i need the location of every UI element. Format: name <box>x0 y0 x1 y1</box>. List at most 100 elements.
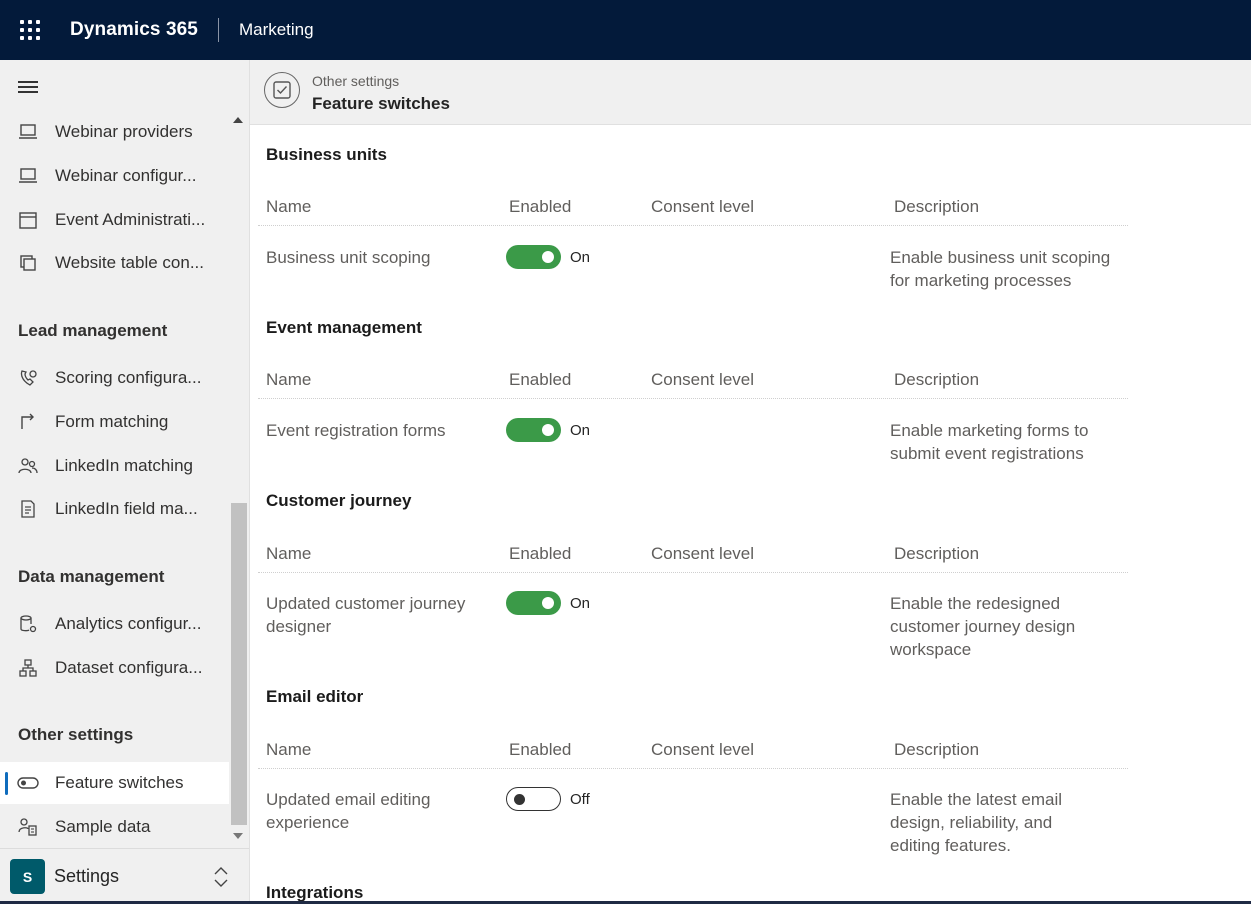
group-title-event-management: Event management <box>266 318 422 337</box>
column-header-name: Name <box>266 197 312 216</box>
header-divider <box>258 768 1128 769</box>
calendar-icon <box>17 209 39 231</box>
column-header-enabled: Enabled <box>509 544 572 563</box>
laptop-icon <box>17 165 39 187</box>
sidebar-item-linkedin-matching[interactable]: LinkedIn matching <box>0 445 229 487</box>
feature-description: Enable the redesigned customer journey de… <box>890 594 1076 659</box>
column-header-enabled: Enabled <box>509 197 572 216</box>
toggle-state-label: On <box>570 422 591 439</box>
toggle-state-label: On <box>570 249 591 266</box>
toggle-state-label: On <box>570 595 591 612</box>
sidebar-item-label: Scoring configura... <box>55 368 202 387</box>
sidebar-item-label: LinkedIn field ma... <box>55 499 198 518</box>
sidebar-item-dataset-configuration[interactable]: Dataset configura... <box>0 647 229 689</box>
header-divider <box>258 398 1128 399</box>
feature-name: Business unit scoping <box>266 248 431 267</box>
column-header-name: Name <box>266 544 312 563</box>
feature-toggle-event-registration-forms[interactable] <box>506 418 561 442</box>
scroll-up-arrow-icon[interactable] <box>233 117 243 123</box>
sidebar-item-label: Dataset configura... <box>55 658 203 677</box>
window-stack-icon <box>17 252 39 274</box>
people-icon <box>17 455 39 477</box>
feature-switches-content: Business units Name Enabled Consent leve… <box>250 125 1251 904</box>
header-divider <box>258 225 1128 226</box>
topbar-divider <box>217 18 219 42</box>
section-title-data-management: Data management <box>18 567 165 586</box>
sidebar-item-feature-switches[interactable]: Feature switches <box>0 762 229 804</box>
scroll-down-arrow-icon[interactable] <box>233 833 243 839</box>
column-header-consent: Consent level <box>651 370 755 389</box>
sidebar-item-label: Website table con... <box>55 253 204 272</box>
app-name[interactable]: Marketing <box>239 20 314 40</box>
area-label: Settings <box>54 866 120 886</box>
page-header: Other settings Feature switches <box>250 60 1251 125</box>
feature-name: Updated customer journey designer <box>266 594 466 636</box>
group-title-business-units: Business units <box>266 145 387 164</box>
sidebar-item-webinar-providers[interactable]: Webinar providers <box>0 111 229 153</box>
column-header-name: Name <box>266 740 312 759</box>
header-divider <box>258 572 1128 573</box>
sidebar-item-label: Analytics configur... <box>55 614 202 633</box>
sidebar-item-label: Event Administrati... <box>55 210 206 229</box>
sidebar-item-label: LinkedIn matching <box>55 456 193 475</box>
sidebar-item-label: Webinar configur... <box>55 166 197 185</box>
area-badge: S <box>10 859 45 894</box>
scoring-icon <box>17 367 39 389</box>
toggle-icon <box>17 772 39 794</box>
sidebar-item-webinar-configuration[interactable]: Webinar configur... <box>0 155 229 197</box>
area-switcher[interactable]: S Settings <box>0 848 249 904</box>
column-header-consent: Consent level <box>651 740 755 759</box>
column-header-description: Description <box>894 740 980 759</box>
database-gear-icon <box>17 613 39 635</box>
sidebar-item-sample-data[interactable]: Sample data <box>0 806 229 848</box>
sidebar-item-event-administration[interactable]: Event Administrati... <box>0 199 229 241</box>
sidebar-item-label: Webinar providers <box>55 122 193 141</box>
section-title-other-settings: Other settings <box>18 725 134 744</box>
page-title: Feature switches <box>312 94 450 113</box>
document-list-icon <box>17 498 39 520</box>
column-header-enabled: Enabled <box>509 740 572 759</box>
app-launcher-button[interactable] <box>0 0 60 60</box>
laptop-icon <box>17 121 39 143</box>
toggle-state-label: Off <box>570 791 590 808</box>
checkbox-settings-icon <box>264 72 300 108</box>
section-title-lead-management: Lead management <box>18 321 168 340</box>
people-data-icon <box>17 816 39 838</box>
top-bar: Dynamics 365 Marketing <box>0 0 1251 60</box>
sidebar-scrollbar-thumb[interactable] <box>231 503 247 825</box>
column-header-consent: Consent level <box>651 544 755 563</box>
group-title-integrations: Integrations <box>266 883 364 902</box>
feature-toggle-business-unit-scoping[interactable] <box>506 245 561 269</box>
feature-name: Event registration forms <box>266 421 446 440</box>
hierarchy-icon <box>17 657 39 679</box>
column-header-description: Description <box>894 370 980 389</box>
feature-description: Enable the latest email design, reliabili… <box>890 790 1062 855</box>
sidebar-item-analytics-configuration[interactable]: Analytics configur... <box>0 603 229 645</box>
sidebar-item-label: Sample data <box>55 817 151 836</box>
sidebar-item-linkedin-field-mapping[interactable]: LinkedIn field ma... <box>0 488 229 530</box>
column-header-enabled: Enabled <box>509 370 572 389</box>
feature-description: Enable marketing forms to submit event re… <box>890 421 1089 463</box>
feature-name: Updated email editing experience <box>266 790 431 832</box>
group-title-email-editor: Email editor <box>266 687 364 706</box>
feature-toggle-customer-journey-designer[interactable] <box>506 591 561 615</box>
feature-toggle-email-editing-experience[interactable] <box>506 787 561 811</box>
hamburger-menu-icon[interactable] <box>18 81 38 93</box>
column-header-name: Name <box>266 370 312 389</box>
column-header-description: Description <box>894 544 980 563</box>
column-header-consent: Consent level <box>651 197 755 216</box>
sidebar-item-label: Feature switches <box>55 773 184 792</box>
feature-description: Enable business unit scoping for marketin… <box>890 248 1111 290</box>
chevron-up-down-icon <box>213 866 229 888</box>
waffle-icon <box>20 20 40 40</box>
breadcrumb: Other settings <box>312 73 400 89</box>
arrow-turn-icon <box>17 411 39 433</box>
sidebar-item-website-table[interactable]: Website table con... <box>0 242 229 284</box>
sidebar: Webinar providers Webinar configur... Ev… <box>0 60 250 904</box>
group-title-customer-journey: Customer journey <box>266 491 412 510</box>
sidebar-item-form-matching[interactable]: Form matching <box>0 401 229 443</box>
sidebar-item-label: Form matching <box>55 412 169 431</box>
sidebar-item-scoring-configuration[interactable]: Scoring configura... <box>0 357 229 399</box>
brand-name[interactable]: Dynamics 365 <box>70 19 198 41</box>
column-header-description: Description <box>894 197 980 216</box>
